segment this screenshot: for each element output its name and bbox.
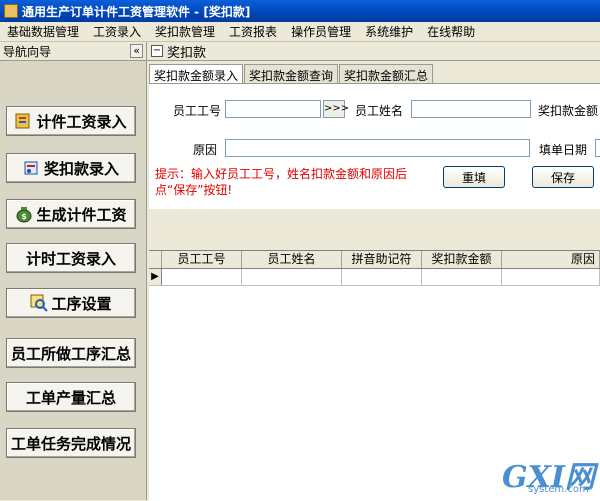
nav-label: 工单产量汇总 [25, 388, 116, 407]
cell-pinyin[interactable] [342, 269, 422, 285]
nav-label: 工单任务完成情况 [10, 434, 131, 453]
nav-generate-piece-wage[interactable]: $ 生成计件工资 [6, 199, 136, 229]
cell-emp-name[interactable] [242, 269, 342, 285]
emp-id-label: 员工工号 [173, 104, 222, 118]
emp-name-label: 员工姓名 [355, 104, 404, 118]
svg-text:$: $ [22, 212, 28, 221]
nav-bonus-entry[interactable]: 奖扣款录入 [6, 153, 136, 183]
grid-corner [149, 251, 162, 268]
nav-order-task-completion[interactable]: 工单任务完成情况 [6, 428, 136, 458]
panel-header: − 奖扣款 [147, 42, 600, 61]
bonus-entry-icon [24, 161, 38, 175]
menu-basic-data[interactable]: 基础数据管理 [0, 23, 86, 40]
col-reason[interactable]: 原因 [502, 251, 600, 268]
cell-amount[interactable] [422, 269, 502, 285]
nav-label: 工序设置 [51, 294, 112, 313]
money-bag-icon: $ [16, 207, 32, 223]
process-settings-icon [30, 294, 49, 312]
nav-title: 导航向导 [3, 44, 52, 59]
nav-label: 计时工资录入 [25, 249, 116, 268]
nav-label: 奖扣款录入 [43, 159, 119, 178]
watermark-site: system.com [528, 484, 589, 495]
col-pinyin[interactable]: 拼音助记符 [342, 251, 422, 268]
nav-employee-process-summary[interactable]: 员工所做工序汇总 [6, 338, 136, 368]
emp-name-input[interactable] [411, 100, 531, 118]
col-emp-id[interactable]: 员工工号 [162, 251, 242, 268]
nav-header: 导航向导 « [0, 42, 146, 61]
date-input[interactable] [595, 139, 600, 157]
menu-bar: 基础数据管理 工资录入 奖扣款管理 工资报表 操作员管理 系统维护 在线帮助 [0, 22, 600, 42]
nav-process-settings[interactable]: 工序设置 [6, 288, 136, 318]
amount-label: 奖扣款金额 [538, 104, 599, 118]
col-amount[interactable]: 奖扣款金额 [422, 251, 502, 268]
lookup-button[interactable]: >>> [323, 100, 349, 118]
nav-order-output-summary[interactable]: 工单产量汇总 [6, 382, 136, 412]
nav-label: 员工所做工序汇总 [10, 344, 131, 363]
row-indicator-icon: ▶ [149, 269, 162, 285]
date-label: 填单日期 [539, 143, 588, 157]
reset-button[interactable]: 重填 [443, 166, 505, 188]
piece-wage-icon [15, 113, 30, 129]
nav-piece-wage-entry[interactable]: 计件工资录入 [6, 106, 136, 136]
minus-icon[interactable]: − [151, 45, 163, 57]
save-button[interactable]: 保存 [532, 166, 594, 188]
emp-id-input[interactable] [225, 100, 321, 118]
cell-emp-id[interactable] [162, 269, 242, 285]
app-icon [4, 4, 18, 18]
menu-bonus-deduction[interactable]: 奖扣款管理 [148, 23, 222, 40]
watermark-logo: GXI网 system.com [498, 452, 598, 496]
menu-operator[interactable]: 操作员管理 [284, 23, 358, 40]
collapse-button[interactable]: « [130, 44, 143, 58]
nav-label: 生成计件工资 [36, 205, 127, 224]
cell-reason[interactable] [502, 269, 600, 285]
grid-header: 员工工号 员工姓名 拼音助记符 奖扣款金额 原因 [149, 251, 600, 269]
reason-label: 原因 [193, 143, 218, 157]
nav-panel: 导航向导 « 计件工资录入 奖扣款录入 $ 生成计件工资 计时工资录入 工序设置… [0, 42, 147, 500]
col-emp-name[interactable]: 员工姓名 [242, 251, 342, 268]
hint-text: 提示：输入好员工工号，姓名扣款金额和原因后点“保存”按钮! [155, 167, 408, 197]
nav-label: 计件工资录入 [36, 112, 127, 131]
menu-help[interactable]: 在线帮助 [420, 23, 482, 40]
menu-system[interactable]: 系统维护 [358, 23, 420, 40]
menu-wage-report[interactable]: 工资报表 [222, 23, 284, 40]
panel-title: 奖扣款 [167, 45, 207, 61]
nav-hourly-wage-entry[interactable]: 计时工资录入 [6, 243, 136, 273]
main-panel: − 奖扣款 奖扣款金额录入 奖扣款金额查询 奖扣款金额汇总 员工工号 >>> 员… [147, 42, 600, 501]
table-row[interactable]: ▶ [149, 269, 600, 286]
menu-wage-entry[interactable]: 工资录入 [86, 23, 148, 40]
window-title: 通用生产订单计件工资管理软件 - [奖扣款] [22, 4, 251, 19]
reason-input[interactable] [225, 139, 530, 157]
title-bar: 通用生产订单计件工资管理软件 - [奖扣款] [0, 0, 600, 22]
